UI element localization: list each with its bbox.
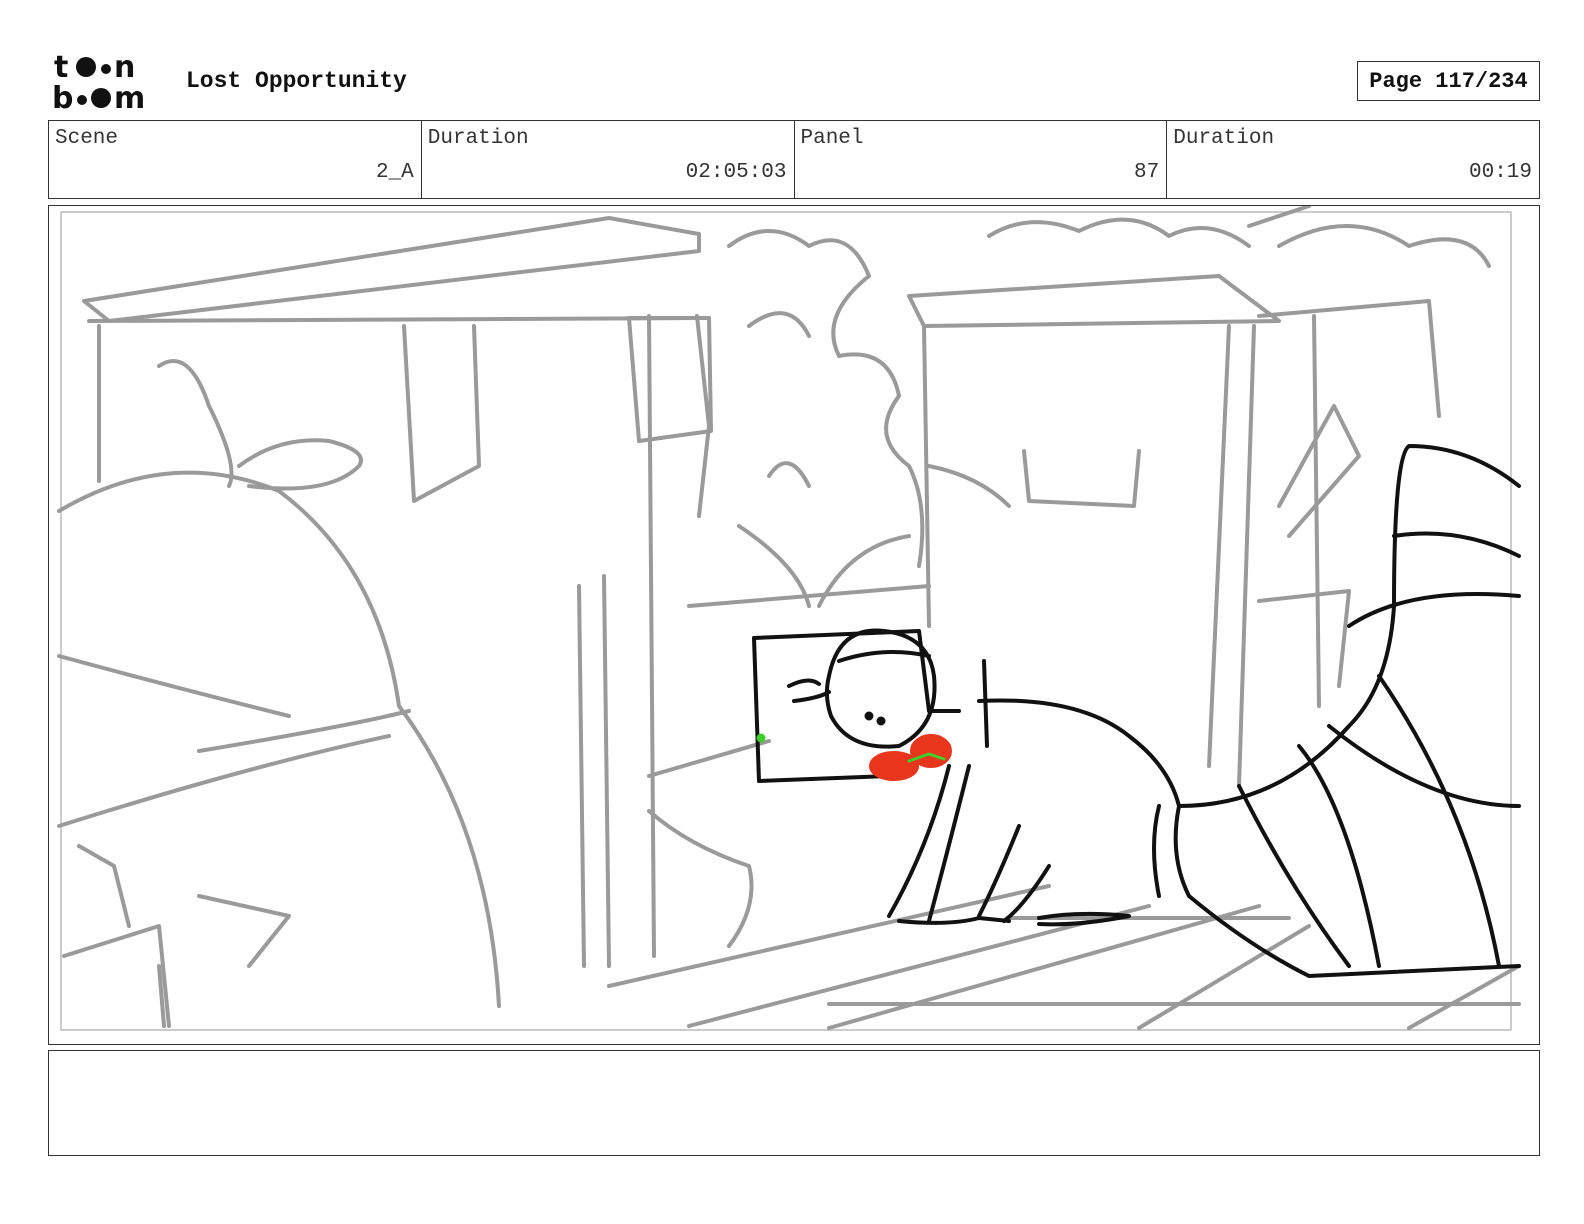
- storyboard-sketch: [57, 206, 1521, 1031]
- svg-text:t: t: [54, 50, 68, 85]
- storyboard-panel-image: [48, 205, 1540, 1045]
- svg-text:b: b: [52, 81, 73, 112]
- scene-cell: Scene 2_A: [49, 121, 422, 198]
- svg-text:m: m: [114, 81, 145, 112]
- scene-duration-value: 02:05:03: [685, 161, 787, 184]
- scene-duration-cell: Duration 02:05:03: [422, 121, 795, 198]
- panel-duration-cell: Duration 00:19: [1167, 121, 1539, 198]
- project-title: Lost Opportunity: [186, 68, 407, 94]
- background-rough-sketch: [57, 206, 1521, 1030]
- scene-value: 2_A: [375, 161, 414, 184]
- page-indicator: Page 117/234: [1357, 61, 1540, 101]
- panel-notes: [48, 1050, 1540, 1156]
- panel-label: Panel: [800, 127, 864, 150]
- panel-duration-value: 00:19: [1468, 161, 1532, 184]
- panel-info-row: Scene 2_A Duration 02:05:03 Panel 87 Dur…: [48, 120, 1540, 199]
- scene-label: Scene: [55, 127, 119, 150]
- panel-duration-label: Duration: [1173, 127, 1275, 150]
- toon-boom-logo: t n b m: [52, 50, 145, 112]
- scene-duration-label: Duration: [427, 127, 529, 150]
- character-sketch: [752, 444, 1521, 978]
- svg-text:n: n: [114, 50, 135, 85]
- panel-cell: Panel 87: [795, 121, 1168, 198]
- panel-value: 87: [1134, 161, 1160, 184]
